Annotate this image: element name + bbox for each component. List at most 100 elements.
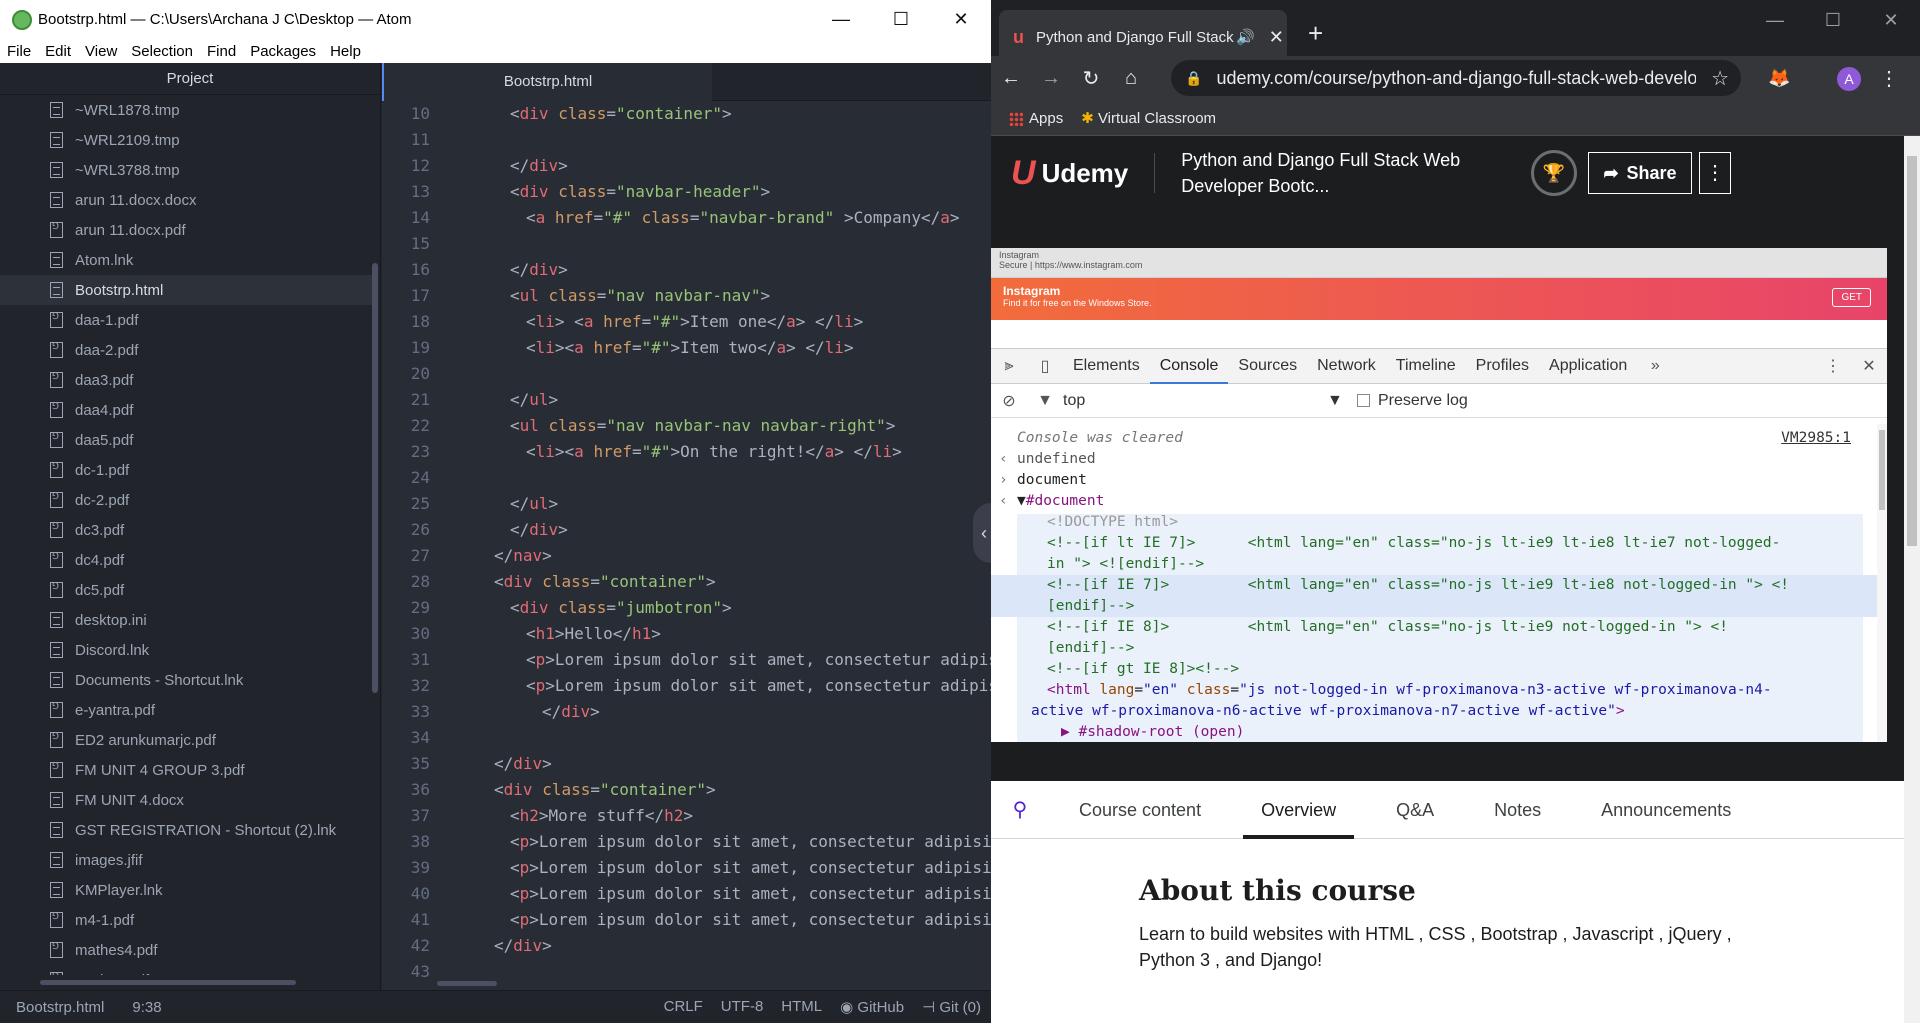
course-tab-q-a[interactable]: Q&A [1396, 781, 1434, 839]
tree-item[interactable]: GST REGISTRATION - Shortcut (2).lnk [0, 815, 372, 845]
page-scrollbar[interactable] [1904, 136, 1920, 1023]
tree-item[interactable]: images.jfif [0, 845, 372, 875]
tree-item[interactable]: daa-2.pdf [0, 335, 372, 365]
tree-item[interactable]: arun 11.docx.pdf [0, 215, 372, 245]
instagram-name: Instagram [1003, 284, 1061, 298]
new-tab-icon[interactable]: + [1308, 18, 1323, 49]
course-tab-overview[interactable]: Overview [1243, 781, 1355, 839]
tree-item[interactable]: KMPlayer.lnk [0, 875, 372, 905]
status-cursor[interactable]: 9:38 [132, 999, 161, 1016]
tree-horizontal-scrollbar[interactable] [40, 980, 296, 985]
tree-item[interactable]: FM UNIT 4 GROUP 3.pdf [0, 755, 372, 785]
close-tab-icon[interactable]: ✕ [1269, 27, 1284, 48]
course-tab-notes[interactable]: Notes [1494, 781, 1541, 839]
bookmark-virtual-classroom[interactable]: ✱ Virtual Classroom [1081, 109, 1216, 127]
more-options-icon[interactable]: ⋮ [1699, 152, 1731, 194]
trophy-icon[interactable]: 🏆 [1531, 150, 1577, 196]
tree-item[interactable]: dc5.pdf [0, 575, 372, 605]
dock-toggle-icon[interactable]: ‹ [973, 503, 991, 563]
tree-item[interactable]: Documents - Shortcut.lnk [0, 665, 372, 695]
tree-item[interactable]: dc-1.pdf [0, 455, 372, 485]
tree-scrollbar[interactable] [372, 263, 378, 693]
file-icon [50, 102, 63, 118]
menu-view[interactable]: View [78, 43, 124, 60]
tree-item[interactable]: arun 11.docx.docx [0, 185, 372, 215]
profile-avatar[interactable]: A [1837, 66, 1861, 91]
status-file[interactable]: Bootstrp.html [16, 999, 104, 1016]
tree-item[interactable]: dc-2.pdf [0, 485, 372, 515]
tree-item[interactable]: Discord.lnk [0, 635, 372, 665]
maximize-button[interactable]: ☐ [871, 0, 931, 39]
tree-item[interactable]: daa3.pdf [0, 365, 372, 395]
ie8-tail: [endif]--> [1047, 640, 1135, 656]
line-number: 40 [410, 884, 430, 903]
tree-item[interactable]: Atom.lnk [0, 245, 372, 275]
share-button[interactable]: ➦ Share [1588, 152, 1692, 194]
ie7-tail: in "> <![endif]--> [1047, 556, 1205, 572]
tree-item[interactable]: ~WRL1878.tmp [0, 95, 372, 125]
tree-item[interactable]: desktop.ini [0, 605, 372, 635]
forward-icon[interactable]: → [1031, 67, 1071, 90]
menu-file[interactable]: File [0, 43, 38, 60]
chrome-minimize-button[interactable]: — [1746, 0, 1804, 40]
tree-item[interactable]: daa5.pdf [0, 425, 372, 455]
devtools-tab-network: Network [1317, 357, 1376, 374]
tree-item[interactable]: maths4.pdf [0, 965, 372, 975]
tree-item[interactable]: ~WRL2109.tmp [0, 125, 372, 155]
tree-item[interactable]: Bootstrp.html [0, 275, 372, 305]
menu-selection[interactable]: Selection [124, 43, 200, 60]
status-github[interactable]: ◉ GitHub [840, 998, 904, 1016]
tree-item[interactable]: m4-1.pdf [0, 905, 372, 935]
code-text: </div> [434, 699, 600, 725]
tree-item[interactable]: daa-1.pdf [0, 305, 372, 335]
chrome-menu-icon[interactable]: ⋮ [1879, 66, 1899, 91]
tree-item[interactable]: dc4.pdf [0, 545, 372, 575]
search-icon[interactable]: ⚲ [991, 797, 1049, 822]
status-line-ending[interactable]: CRLF [664, 998, 703, 1016]
editor-horizontal-scrollbar[interactable] [437, 981, 497, 986]
reload-icon[interactable]: ↻ [1071, 66, 1111, 91]
tab-bootstrp-html[interactable]: Bootstrp.html [382, 63, 712, 101]
preserve-log-checkbox [1357, 394, 1370, 407]
line-number: 35 [410, 754, 430, 773]
status-encoding[interactable]: UTF-8 [721, 998, 764, 1016]
code-token: < [510, 104, 520, 123]
bookmark-apps[interactable]: Apps [1009, 110, 1063, 127]
course-tab-announcements[interactable]: Announcements [1601, 781, 1731, 839]
minimize-button[interactable]: — [811, 0, 871, 39]
close-button[interactable]: ✕ [931, 0, 991, 39]
status-git[interactable]: ⊣ Git (0) [922, 998, 981, 1016]
status-grammar[interactable]: HTML [781, 998, 822, 1016]
menu-edit[interactable]: Edit [38, 43, 78, 60]
address-bar[interactable]: 🔒 udemy.com/course/python-and-django-ful… [1171, 60, 1741, 96]
chrome-maximize-button[interactable]: ☐ [1804, 0, 1862, 40]
video-player[interactable]: Instagram Secure | https://www.instagram… [991, 210, 1904, 781]
tree-item[interactable]: FM UNIT 4.docx [0, 785, 372, 815]
file-icon [50, 162, 63, 178]
tree-header[interactable]: Project [0, 63, 380, 95]
apps-icon [1009, 111, 1023, 126]
menu-help[interactable]: Help [323, 43, 368, 60]
extension-fox-icon[interactable]: 🦊 [1768, 68, 1790, 89]
code-area[interactable]: 10 <div class="container"> 11 12 </div> 13 <di… [382, 101, 991, 990]
tree-item[interactable]: mathes4.pdf [0, 935, 372, 965]
course-title[interactable]: Python and Django Full Stack Web Develop… [1181, 147, 1501, 199]
bookmark-star-icon[interactable]: ☆ [1711, 66, 1729, 91]
line-number: 16 [410, 260, 430, 279]
tree-item[interactable]: e-yantra.pdf [0, 695, 372, 725]
menu-find[interactable]: Find [200, 43, 243, 60]
udemy-logo[interactable]: U Udemy [1011, 154, 1128, 193]
tree-item[interactable]: ~WRL3788.tmp [0, 155, 372, 185]
tree-item[interactable]: dc3.pdf [0, 515, 372, 545]
chrome-close-button[interactable]: ✕ [1862, 0, 1920, 40]
tree-item[interactable]: daa4.pdf [0, 395, 372, 425]
back-icon[interactable]: ← [991, 67, 1031, 90]
pdf-icon [50, 581, 63, 598]
tree-item[interactable]: ED2 arunkumarjc.pdf [0, 725, 372, 755]
speaker-icon[interactable]: 🔊 [1236, 28, 1255, 46]
menu-packages[interactable]: Packages [243, 43, 323, 60]
home-icon[interactable]: ⌂ [1111, 67, 1151, 90]
course-tab-course-content[interactable]: Course content [1079, 781, 1201, 839]
lock-icon[interactable]: 🔒 [1185, 70, 1202, 87]
